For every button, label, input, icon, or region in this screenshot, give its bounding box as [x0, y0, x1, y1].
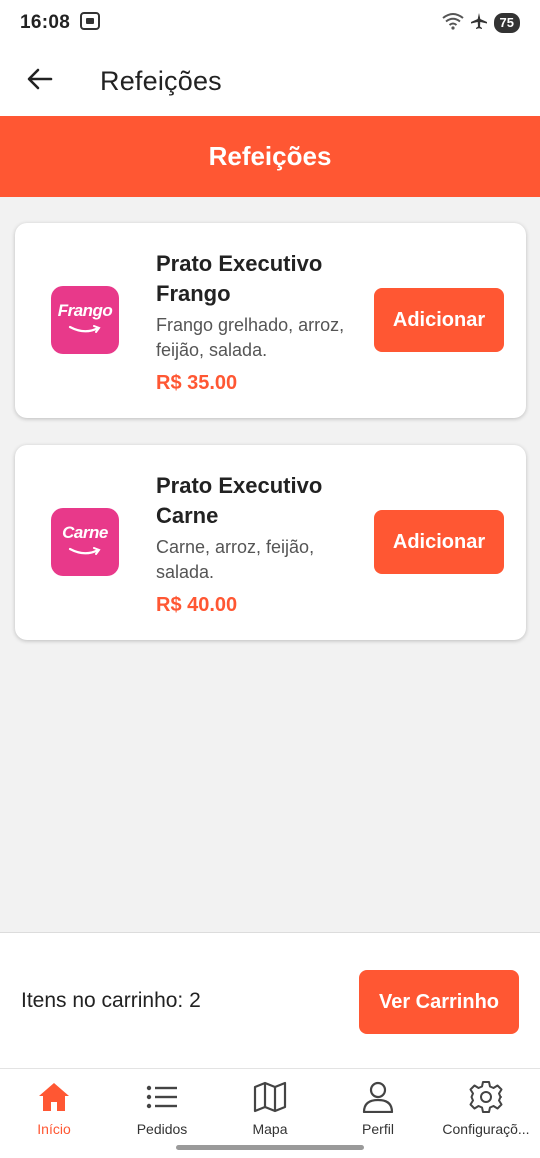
gear-icon	[468, 1079, 504, 1115]
nav-item-inicio[interactable]: Início	[0, 1069, 108, 1158]
home-indicator[interactable]	[176, 1145, 364, 1150]
back-button[interactable]	[10, 51, 70, 111]
meal-image: Frango	[51, 286, 119, 354]
screenshot-icon	[80, 11, 101, 35]
meal-image-label: Carne	[62, 522, 108, 542]
smile-arrow-icon	[68, 543, 102, 561]
wifi-icon	[441, 12, 464, 35]
meal-list: Frango Prato Executivo Frango Frango gre…	[0, 197, 540, 932]
nav-label: Configuraçõ...	[442, 1121, 530, 1137]
view-cart-button[interactable]: Ver Carrinho	[359, 970, 519, 1034]
add-to-cart-button[interactable]: Adicionar	[374, 288, 504, 352]
nav-item-configuracoes[interactable]: Configuraçõ...	[432, 1069, 540, 1158]
nav-label: Início	[37, 1121, 71, 1137]
list-icon	[144, 1079, 180, 1115]
meal-name: Prato Executivo Carne	[156, 473, 323, 528]
meal-description: Frango grelhado, arroz, feijão, salada.	[156, 315, 345, 360]
meal-card: Carne Prato Executivo Carne Carne, arroz…	[15, 445, 526, 640]
home-icon	[36, 1079, 72, 1115]
header-banner: Refeições	[0, 116, 540, 197]
meal-image-label: Frango	[57, 300, 113, 320]
person-icon	[360, 1079, 396, 1115]
nav-label: Mapa	[252, 1121, 288, 1137]
meal-description: Carne, arroz, feijão, salada.	[156, 537, 315, 582]
smile-arrow-icon	[68, 321, 102, 339]
cart-bar: Itens no carrinho: 2 Ver Carrinho	[0, 932, 540, 1068]
section-title: Refeições	[208, 141, 332, 171]
map-icon	[252, 1079, 288, 1115]
meal-card: Frango Prato Executivo Frango Frango gre…	[15, 223, 526, 418]
cart-item-count: Itens no carrinho: 2	[21, 989, 201, 1012]
meal-price: R$ 40.00	[156, 594, 238, 616]
status-time: 16:08	[20, 12, 71, 33]
battery-indicator: 75	[493, 13, 520, 33]
arrow-left-icon	[27, 68, 53, 95]
page-title: Refeições	[100, 65, 222, 96]
app-bar: Refeições	[0, 46, 540, 116]
add-to-cart-button[interactable]: Adicionar	[374, 510, 504, 574]
meal-price: R$ 35.00	[156, 372, 238, 394]
nav-label: Pedidos	[136, 1121, 188, 1137]
nav-label: Perfil	[362, 1121, 394, 1137]
status-bar: 16:08 75	[0, 0, 540, 46]
meal-image: Carne	[51, 508, 119, 576]
meal-name: Prato Executivo Frango	[156, 251, 323, 306]
airplane-icon	[470, 12, 488, 35]
